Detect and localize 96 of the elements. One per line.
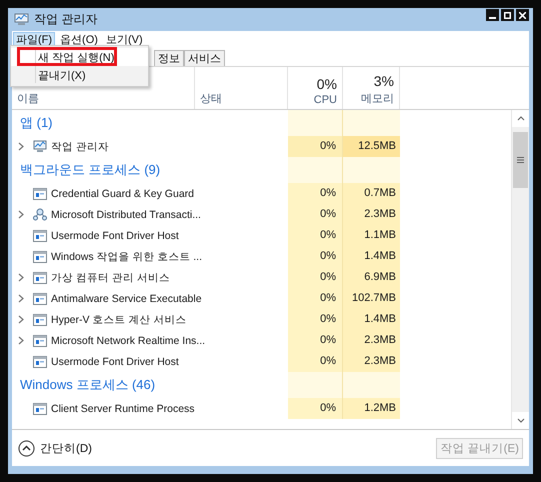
process-row[interactable]: Hyper-V 호스트 계산 서비스 0% 1.4MB bbox=[12, 309, 511, 330]
scroll-up-icon[interactable] bbox=[512, 110, 529, 127]
cpu-cell: 0% bbox=[288, 398, 343, 419]
expand-chevron-icon[interactable] bbox=[18, 294, 24, 303]
expand-chevron-icon[interactable] bbox=[18, 336, 24, 345]
cpu-cell bbox=[288, 372, 343, 398]
process-name: Hyper-V 호스트 계산 서비스 bbox=[51, 312, 186, 326]
cpu-cell: 0% bbox=[288, 309, 343, 330]
process-row[interactable]: Microsoft Distributed Transacti... 0% 2.3MB bbox=[12, 204, 511, 225]
process-row[interactable]: Windows 작업을 위한 호스트 ... 0% 1.4MB bbox=[12, 246, 511, 267]
cpu-cell bbox=[288, 157, 343, 183]
column-header[interactable]: 메모리 bbox=[361, 91, 394, 106]
window-icon bbox=[33, 314, 47, 326]
tab[interactable]: 정보 bbox=[154, 50, 184, 66]
menu-item[interactable]: 끝내기(X) bbox=[11, 66, 148, 84]
minimize-button[interactable] bbox=[486, 9, 499, 21]
process-row[interactable]: 작업 관리자 0% 12.5MB bbox=[12, 136, 511, 157]
window-icon bbox=[33, 250, 47, 262]
process-row[interactable]: Microsoft Network Realtime Ins... 0% 2.3MB bbox=[12, 330, 511, 351]
process-name: Credential Guard & Key Guard bbox=[51, 188, 194, 200]
collapse-icon bbox=[18, 440, 35, 456]
memory-cell: 6.9MB bbox=[343, 267, 400, 288]
process-row[interactable]: Usermode Font Driver Host 0% 2.3MB bbox=[12, 351, 511, 372]
grip-icon bbox=[517, 157, 524, 163]
cpu-cell bbox=[288, 110, 343, 136]
memory-cell: 2.3MB bbox=[343, 330, 400, 351]
scrollbar[interactable] bbox=[511, 110, 529, 429]
window-icon bbox=[33, 272, 47, 284]
memory-cell: 1.1MB bbox=[343, 225, 400, 246]
process-name: Usermode Font Driver Host bbox=[51, 356, 179, 368]
monitor-chart-icon bbox=[33, 140, 47, 153]
process-name: Windows 작업을 위한 호스트 ... bbox=[51, 250, 202, 264]
expand-chevron-icon[interactable] bbox=[18, 315, 24, 324]
process-name: Usermode Font Driver Host bbox=[51, 230, 179, 242]
cpu-cell: 0% bbox=[288, 288, 343, 309]
network-nodes-icon bbox=[33, 208, 47, 221]
cpu-cell: 0% bbox=[288, 246, 343, 267]
menu-item[interactable]: 옵션(O) bbox=[57, 32, 101, 46]
memory-cell bbox=[343, 110, 400, 136]
memory-cell: 0.7MB bbox=[343, 183, 400, 204]
memory-cell: 1.4MB bbox=[343, 246, 400, 267]
menu-item[interactable]: 파일(F) bbox=[13, 32, 56, 46]
process-row[interactable]: Credential Guard & Key Guard 0% 0.7MB bbox=[12, 183, 511, 204]
close-icon bbox=[519, 12, 526, 18]
group-header: 백그라운드 프로세스 (9) bbox=[20, 161, 160, 179]
fewer-details-toggle[interactable]: 간단히(D) bbox=[18, 440, 92, 456]
maximize-button[interactable] bbox=[501, 9, 514, 21]
process-name: 작업 관리자 bbox=[51, 140, 109, 154]
window-icon bbox=[33, 188, 47, 200]
memory-cell: 2.3MB bbox=[343, 204, 400, 225]
cpu-cell: 0% bbox=[288, 204, 343, 225]
cpu-cell: 0% bbox=[288, 136, 343, 157]
cpu-cell: 0% bbox=[288, 183, 343, 204]
cpu-usage-total: 0% bbox=[316, 76, 337, 92]
group-header: 앱 (1) bbox=[20, 114, 52, 132]
cpu-cell: 0% bbox=[288, 330, 343, 351]
cpu-cell: 0% bbox=[288, 351, 343, 372]
memory-cell: 12.5MB bbox=[343, 136, 400, 157]
column-header[interactable]: CPU bbox=[314, 94, 337, 106]
cpu-cell: 0% bbox=[288, 225, 343, 246]
cpu-cell: 0% bbox=[288, 267, 343, 288]
monitor-chart-icon bbox=[14, 13, 29, 26]
column-header[interactable]: 이름 bbox=[17, 91, 189, 106]
maximize-icon bbox=[504, 12, 511, 18]
memory-cell: 1.2MB bbox=[343, 398, 400, 419]
tab[interactable]: 서비스 bbox=[184, 50, 225, 66]
memory-cell: 102.7MB bbox=[343, 288, 400, 309]
menu-item[interactable]: 보기(V) bbox=[102, 32, 146, 46]
expand-chevron-icon[interactable] bbox=[18, 273, 24, 282]
process-row[interactable]: 가상 컴퓨터 관리 서비스 0% 6.9MB bbox=[12, 267, 511, 288]
window-icon bbox=[33, 292, 47, 304]
expand-chevron-icon[interactable] bbox=[18, 142, 24, 151]
memory-usage-total: 3% bbox=[374, 73, 394, 89]
window-icon bbox=[33, 230, 47, 242]
expand-chevron-icon[interactable] bbox=[18, 210, 24, 219]
column-header[interactable]: 상태 bbox=[200, 91, 282, 106]
process-row[interactable]: Usermode Font Driver Host 0% 1.1MB bbox=[12, 225, 511, 246]
process-row[interactable]: Client Server Runtime Process 0% 1.2MB bbox=[12, 398, 511, 419]
close-button[interactable] bbox=[516, 9, 529, 21]
group-header: Windows 프로세스 (46) bbox=[20, 376, 156, 394]
scroll-down-icon[interactable] bbox=[512, 412, 529, 429]
memory-cell bbox=[343, 157, 400, 183]
process-row[interactable]: Antimalware Service Executable 0% 102.7MB bbox=[12, 288, 511, 309]
window-title: 작업 관리자 bbox=[34, 11, 98, 28]
process-name: 가상 컴퓨터 관리 서비스 bbox=[51, 270, 170, 284]
scroll-thumb[interactable] bbox=[513, 132, 528, 188]
process-name: Antimalware Service Executable bbox=[51, 292, 202, 304]
memory-cell: 1.4MB bbox=[343, 309, 400, 330]
process-name: Client Server Runtime Process bbox=[51, 402, 195, 414]
memory-cell bbox=[343, 372, 400, 398]
window-icon bbox=[33, 402, 47, 414]
memory-cell: 2.3MB bbox=[343, 351, 400, 372]
window-icon bbox=[33, 334, 47, 346]
process-name: Microsoft Network Realtime Ins... bbox=[51, 334, 206, 346]
window-icon bbox=[33, 356, 47, 368]
process-name: Microsoft Distributed Transacti... bbox=[51, 208, 201, 220]
